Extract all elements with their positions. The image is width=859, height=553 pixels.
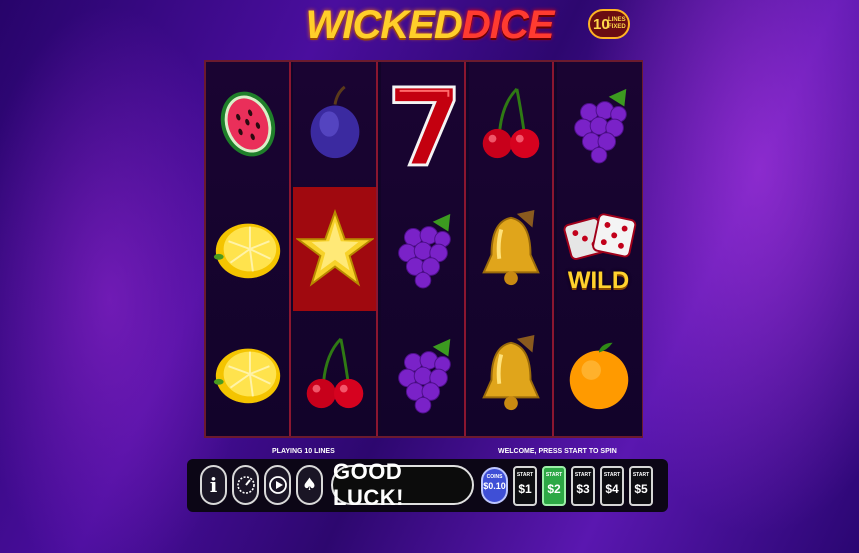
autoplay-button[interactable] — [264, 465, 291, 505]
symbol-lemon — [206, 312, 289, 436]
start-value: $2 — [547, 482, 561, 496]
cherry-icon — [482, 87, 539, 159]
symbol-watermelon — [206, 62, 289, 186]
message-display: GOOD LUCK! — [331, 459, 474, 510]
start-value: $1 — [518, 482, 532, 496]
plum-icon — [310, 85, 359, 159]
game-logo: WICKEDDICE — [0, 0, 859, 52]
playing-lines-text: PLAYING 10 LINES — [272, 448, 335, 455]
start-value: $3 — [576, 482, 590, 496]
coin-value: $0.10 — [483, 481, 506, 491]
bell-icon — [481, 335, 540, 411]
start-label: START — [545, 472, 563, 478]
symbol-seven — [381, 62, 464, 186]
start-button-1[interactable]: START $1 — [513, 466, 537, 506]
start-button-4[interactable]: START $4 — [600, 466, 624, 506]
lines-text: LINES — [608, 17, 626, 23]
lemon-icon — [213, 223, 280, 279]
speedometer-icon — [236, 476, 255, 494]
cherry-icon — [306, 337, 363, 409]
symbol-grapes — [557, 62, 640, 186]
symbol-bell — [469, 312, 552, 436]
grapes-icon — [573, 88, 627, 164]
autoplay-icon — [268, 476, 287, 494]
grapes-icon — [397, 213, 451, 289]
symbol-lemon — [206, 187, 289, 311]
reel-3 — [381, 62, 466, 436]
wild-dice-icon — [563, 213, 636, 260]
lemon-icon — [213, 348, 280, 404]
start-button-5[interactable]: START $5 — [629, 466, 653, 506]
speed-button[interactable] — [232, 465, 259, 505]
symbol-grapes — [381, 187, 464, 311]
reel-1 — [206, 62, 291, 436]
spade-icon: ♠ — [301, 475, 318, 495]
coin-value-button[interactable]: COINS $0.10 — [481, 467, 508, 504]
logo-word-dice: DICE — [461, 3, 555, 47]
control-bar: i ♠ GOOD LUCK! COINS $0.10 START $1 STAR… — [187, 459, 668, 512]
symbol-cherry — [469, 62, 552, 186]
start-label: START — [516, 472, 534, 478]
symbol-wild: WILD — [557, 187, 640, 311]
paytable-button[interactable]: ♠ — [296, 465, 323, 505]
seven-icon — [391, 85, 456, 167]
start-label: START — [574, 472, 592, 478]
star-icon — [295, 209, 374, 287]
start-button-3[interactable]: START $3 — [571, 466, 595, 506]
symbol-star — [293, 187, 376, 311]
start-button-2[interactable]: START $2 — [542, 466, 566, 506]
fixed-text: FIXED — [608, 24, 626, 30]
symbol-plum — [293, 62, 376, 186]
start-label: START — [632, 472, 650, 478]
symbol-cherry — [293, 312, 376, 436]
start-label: START — [603, 472, 621, 478]
grapes-icon — [397, 338, 451, 414]
watermelon-icon — [220, 91, 275, 157]
lines-fixed-badge: 10 LINES FIXED — [588, 9, 630, 39]
lines-badge-text: LINES FIXED — [608, 17, 626, 31]
welcome-text: WELCOME, PRESS START TO SPIN — [498, 448, 617, 455]
reel-2 — [293, 62, 378, 436]
logo-word-wicked: WICKED — [305, 3, 463, 47]
reel-4 — [469, 62, 554, 436]
info-icon: i — [209, 473, 218, 497]
symbol-bell — [469, 187, 552, 311]
reel-grid: WILD — [204, 60, 643, 438]
reel-5: WILD — [557, 62, 642, 436]
bell-icon — [481, 210, 540, 286]
coin-label: COINS — [486, 474, 503, 480]
start-value: $5 — [634, 482, 648, 496]
symbol-orange — [557, 312, 640, 436]
symbol-grapes — [381, 312, 464, 436]
wild-label: WILD — [567, 267, 630, 294]
start-value: $4 — [605, 482, 619, 496]
orange-icon — [569, 342, 628, 410]
info-button[interactable]: i — [200, 465, 227, 505]
